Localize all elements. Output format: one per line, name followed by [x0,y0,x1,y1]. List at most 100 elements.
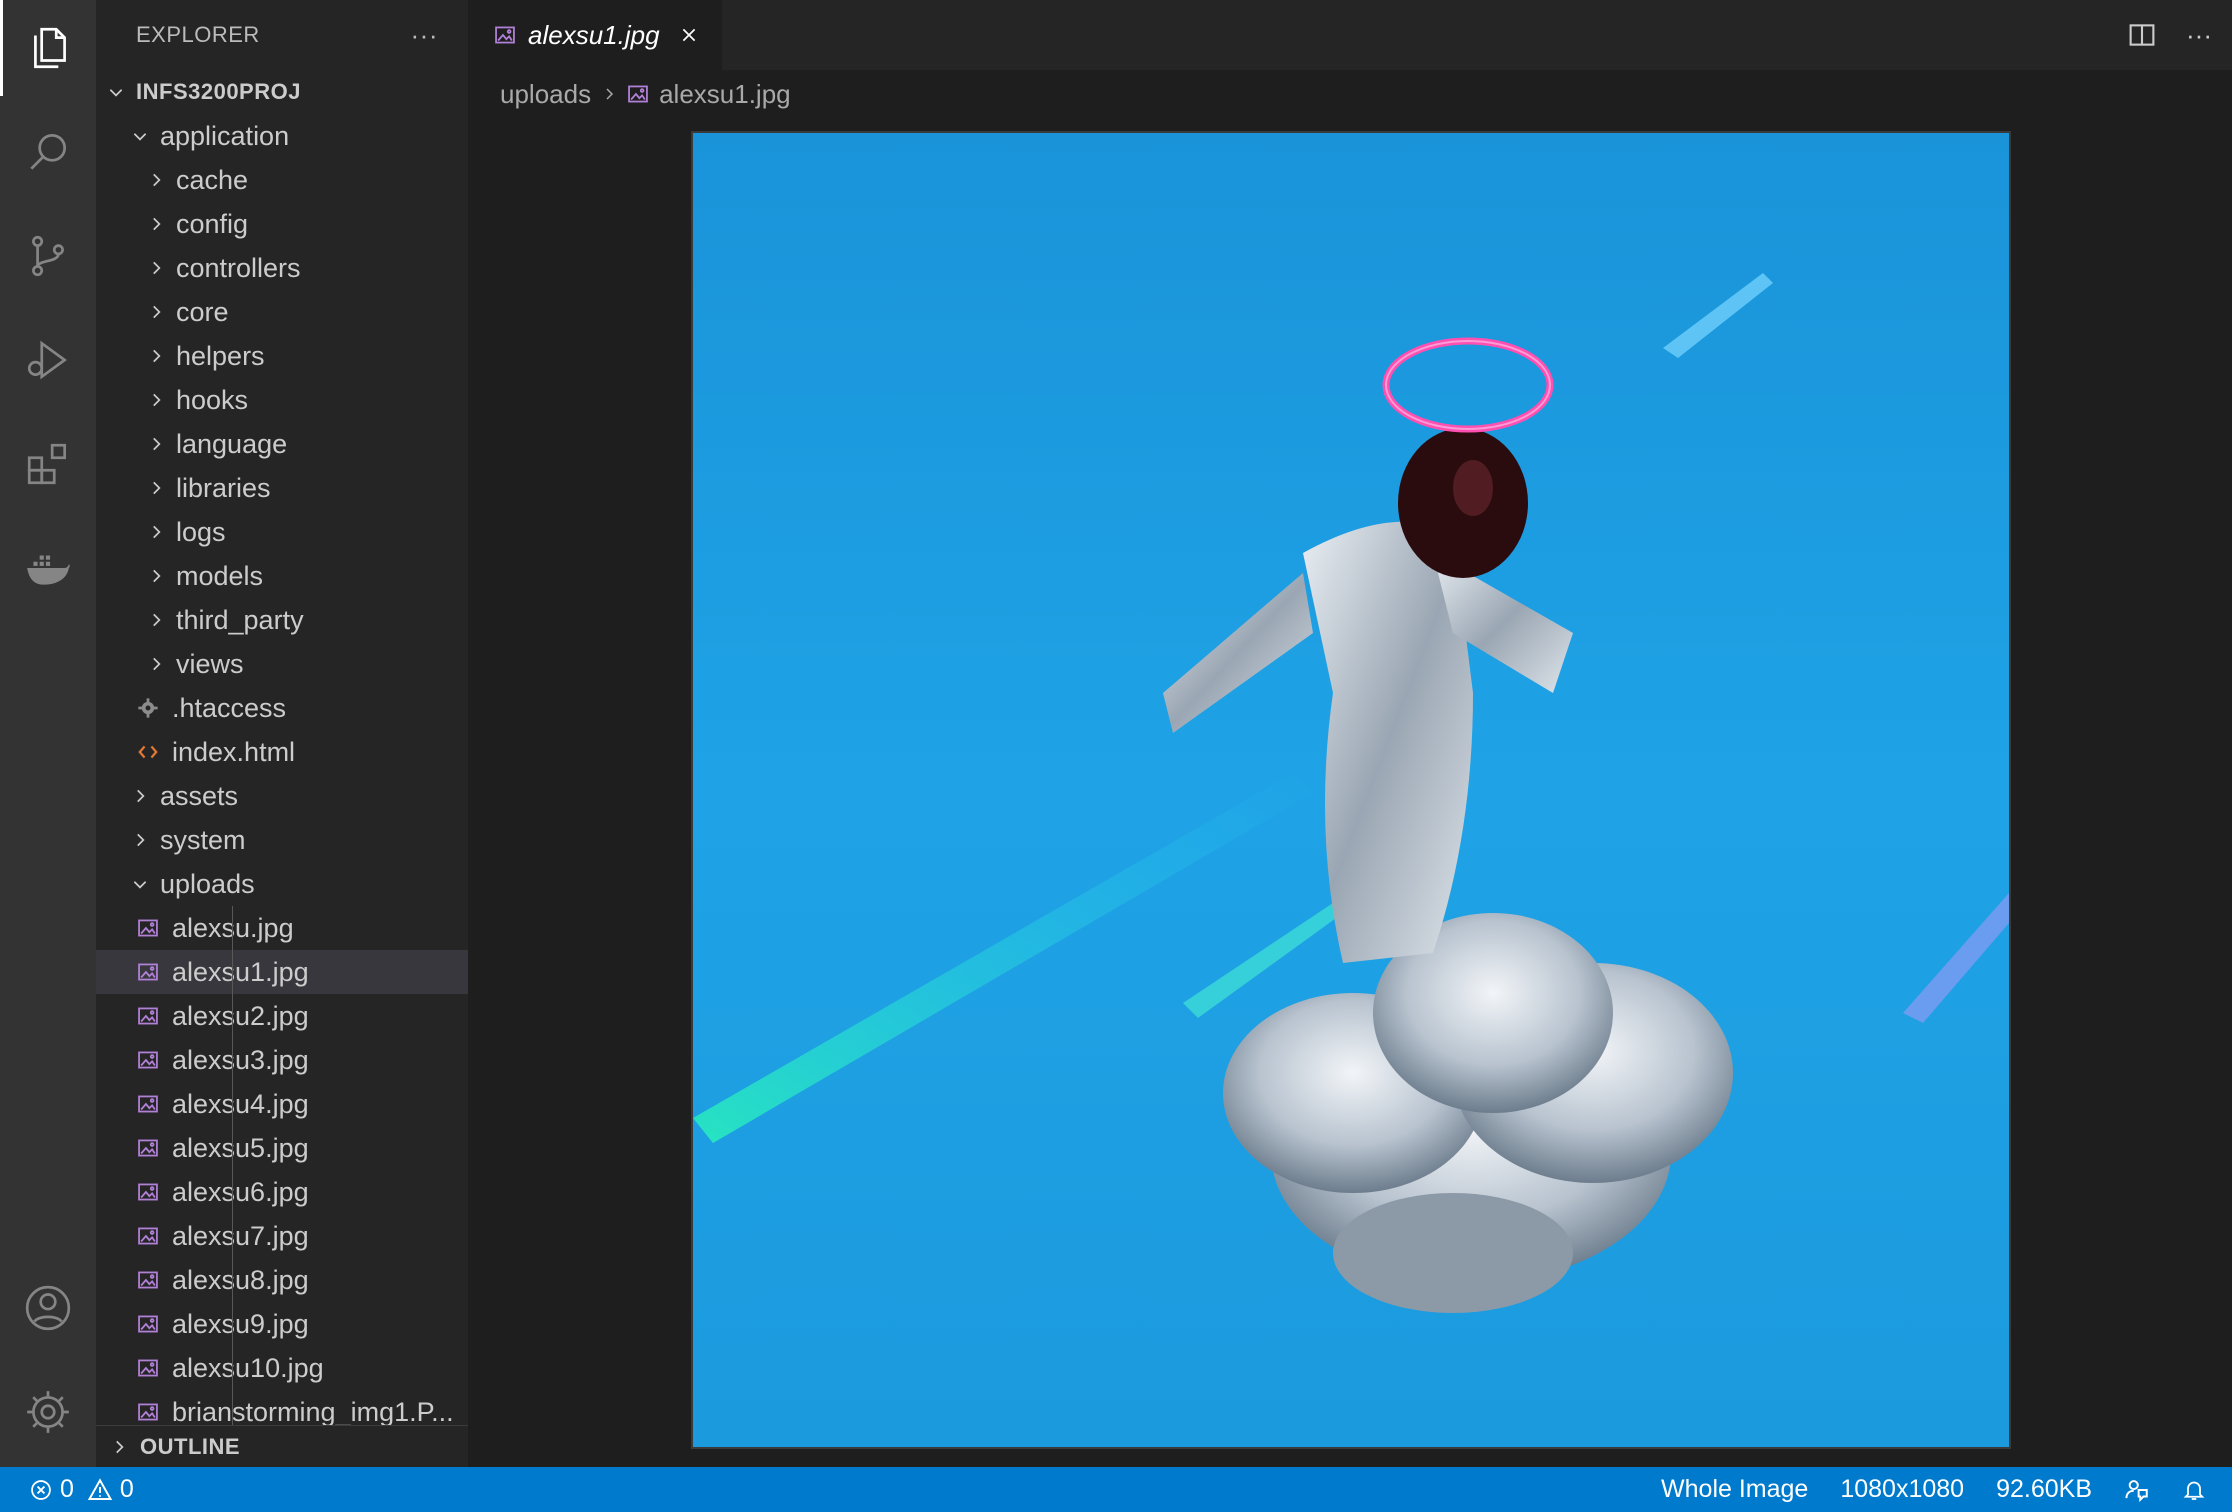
docker-icon[interactable] [0,520,96,616]
image-file-icon [136,1400,160,1424]
file-item[interactable]: alexsu6.jpg [96,1170,468,1214]
close-icon[interactable] [678,24,700,46]
problems-indicator[interactable]: 0 0 [0,1475,134,1504]
chevron-right-icon [146,654,166,674]
html-file-icon [136,740,160,764]
folder-item[interactable]: views [96,642,468,686]
settings-gear-icon[interactable] [0,1364,96,1460]
folder-item[interactable]: config [96,202,468,246]
tree-item-label: alexsu2.jpg [172,1000,309,1031]
tree-item-label: models [176,560,264,591]
tree-item-label: brianstorming_img1.P... [172,1396,454,1427]
outline-section[interactable]: OUTLINE [96,1425,468,1468]
project-root[interactable]: INFS3200PROJ [96,70,468,114]
search-icon[interactable] [0,104,96,200]
image-file-icon [136,1092,160,1116]
file-item[interactable]: alexsu.jpg [96,906,468,950]
astronaut-image [693,273,2009,1313]
feedback-icon[interactable] [2124,1477,2150,1503]
tree-item-label: alexsu5.jpg [172,1132,309,1163]
image-file-icon [136,1136,160,1160]
chevron-right-icon [146,478,166,498]
file-item[interactable]: alexsu4.jpg [96,1082,468,1126]
tree-item-label: uploads [160,868,255,899]
folder-item[interactable]: application [96,114,468,158]
tree-item-label: cache [176,164,249,195]
chevron-right-icon [130,830,150,850]
explorer-icon[interactable] [0,0,96,96]
explorer-more-button[interactable]: ··· [411,20,438,51]
source-control-icon[interactable] [0,208,96,304]
file-item[interactable]: alexsu10.jpg [96,1346,468,1390]
folder-item[interactable]: libraries [96,466,468,510]
run-debug-icon[interactable] [0,312,96,408]
chevron-right-icon [601,86,617,102]
file-item[interactable]: alexsu9.jpg [96,1302,468,1346]
file-item[interactable]: index.html [96,730,468,774]
image-file-icon [136,1312,160,1336]
error-icon [30,1479,52,1501]
tree-item-label: alexsu10.jpg [172,1352,324,1383]
folder-item[interactable]: hooks [96,378,468,422]
image-file-icon [136,1356,160,1380]
chevron-right-icon [130,786,150,806]
image-file-icon [136,1180,160,1204]
file-item[interactable]: alexsu7.jpg [96,1214,468,1258]
tree-item-label: assets [160,780,239,811]
tree-item-label: alexsu7.jpg [172,1220,309,1251]
tree-item-label: language [176,428,288,459]
split-editor-icon[interactable] [2128,21,2156,49]
extensions-icon[interactable] [0,416,96,512]
gear-icon [136,696,160,720]
tree-item-label: alexsu6.jpg [172,1176,309,1207]
warning-icon [87,1477,112,1502]
folder-item[interactable]: third_party [96,598,468,642]
tree-item-label: index.html [172,736,296,767]
tree-item-label: alexsu8.jpg [172,1264,309,1295]
image-size: 92.60KB [1996,1475,2092,1503]
tab-actions: ··· [2128,0,2212,70]
error-count: 0 [60,1475,74,1503]
status-bar: 0 0 Whole Image 1080x1080 92.60KB [0,1467,2232,1512]
breadcrumb-folder[interactable]: uploads [500,79,591,110]
folder-item[interactable]: assets [96,774,468,818]
folder-item[interactable]: logs [96,510,468,554]
account-icon[interactable] [0,1260,96,1356]
chevron-right-icon [146,610,166,630]
more-actions-icon[interactable]: ··· [2186,20,2212,51]
image-file-icon [136,1224,160,1248]
project-root-label: INFS3200PROJ [136,79,301,104]
bell-icon[interactable] [2182,1478,2206,1502]
file-item[interactable]: alexsu8.jpg [96,1258,468,1302]
folder-item[interactable]: uploads [96,862,468,906]
folder-item[interactable]: controllers [96,246,468,290]
file-item[interactable]: alexsu3.jpg [96,1038,468,1082]
warning-count: 0 [119,1475,134,1503]
tree-item-label: config [176,208,249,239]
chevron-right-icon [110,1438,128,1456]
folder-item[interactable]: models [96,554,468,598]
explorer-header: EXPLORER ··· [96,0,468,70]
folder-item[interactable]: language [96,422,468,466]
folder-item[interactable]: helpers [96,334,468,378]
file-item[interactable]: .htaccess [96,686,468,730]
tree-item-label: application [160,120,290,151]
file-item[interactable]: alexsu2.jpg [96,994,468,1038]
folder-item[interactable]: cache [96,158,468,202]
breadcrumb-file[interactable]: alexsu1.jpg [659,79,791,110]
tab-alexsu1[interactable]: alexsu1.jpg [468,0,722,70]
chevron-right-icon [146,258,166,278]
file-item[interactable]: alexsu5.jpg [96,1126,468,1170]
tree-item-label: alexsu3.jpg [172,1044,309,1075]
folder-item[interactable]: core [96,290,468,334]
zoom-mode[interactable]: Whole Image [1661,1475,1808,1504]
image-file-icon [136,1268,160,1292]
chevron-right-icon [146,434,166,454]
file-item[interactable]: alexsu1.jpg [96,950,468,994]
folder-item[interactable]: system [96,818,468,862]
tab-label: alexsu1.jpg [528,19,660,50]
outline-label: OUTLINE [140,1434,241,1459]
activity-bar [0,0,96,1467]
tree-item-label: libraries [176,472,271,503]
image-preview[interactable] [691,131,2011,1449]
